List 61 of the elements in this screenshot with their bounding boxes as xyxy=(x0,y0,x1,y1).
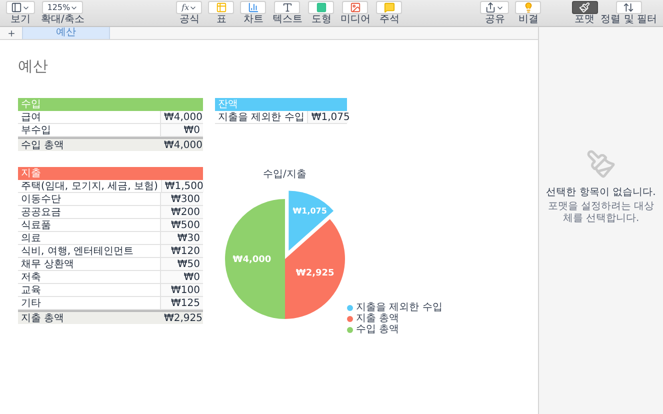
table-cell: ₩4,000 xyxy=(161,111,203,123)
table-cell: ₩30 xyxy=(161,232,203,244)
table-icon xyxy=(216,2,227,13)
image-icon xyxy=(350,2,361,13)
table-cell: ₩1,500 xyxy=(162,180,204,192)
table-cell: ₩100 xyxy=(161,284,203,296)
table-cell: ₩300 xyxy=(161,193,203,205)
bar-chart-icon xyxy=(248,2,259,13)
toolbar-button[interactable]: 125% xyxy=(42,1,84,14)
toolbar-label: 차트 xyxy=(243,15,264,25)
slice-value-label: ₩4,000 xyxy=(232,255,272,265)
table-cell: ₩120 xyxy=(161,245,203,257)
total-label: 수입 총액 xyxy=(20,139,66,151)
table-cell: ₩200 xyxy=(161,206,203,218)
paintbrush-icon xyxy=(579,2,590,13)
toolbar-label: 정렬 및 필터 xyxy=(600,15,657,25)
legend-label: 지출을 제외한 수입 xyxy=(356,302,442,313)
sheet-title: 예산 xyxy=(18,56,49,76)
share-icon xyxy=(485,2,496,13)
text-icon xyxy=(282,2,293,13)
total-label: 지출 총액 xyxy=(20,312,66,324)
toolbar-label: 미디어 xyxy=(340,15,370,25)
total-value: ₩2,925 xyxy=(163,312,203,324)
table-cell: ₩125 xyxy=(161,297,203,309)
toolbar-label: 공식 xyxy=(179,15,200,25)
toolbar-label: 표 xyxy=(216,15,226,25)
toolbar-label: 비결 xyxy=(518,15,538,25)
plus-icon xyxy=(6,28,16,38)
zoom-value: 125% xyxy=(47,2,70,13)
formula-symbol: fx xyxy=(182,2,190,13)
empty-message: 선택한 항목이 없습니다. xyxy=(546,187,656,199)
toolbar-label: 포맷 xyxy=(574,15,595,25)
table-cell: ₩50 xyxy=(161,258,203,270)
legend-label: 지출 총액 xyxy=(356,313,400,324)
table-cell: ₩0 xyxy=(161,124,203,136)
lightbulb-icon xyxy=(522,2,534,13)
chart-title: 수입/지출 xyxy=(263,169,306,181)
total-value: ₩4,000 xyxy=(163,139,203,151)
sort-icon xyxy=(623,2,634,13)
slice-value-label: ₩2,925 xyxy=(296,268,334,279)
toolbar-button[interactable] xyxy=(572,1,598,14)
hint-text: 포맷을 설정하려는 대상체를 선택합니다. xyxy=(546,201,656,225)
table-header: 수입 xyxy=(18,98,203,111)
paintbrush-icon xyxy=(586,149,616,179)
comment-icon xyxy=(384,2,395,13)
toolbar-label: 주석 xyxy=(379,15,400,25)
table-cell: ₩1,075 xyxy=(308,111,348,123)
toolbar-button[interactable]: fx xyxy=(176,1,202,14)
toolbar-label: 텍스트 xyxy=(272,15,302,25)
square-icon xyxy=(316,2,327,13)
toolbar-label: 도형 xyxy=(311,15,332,25)
toolbar-label: 확대/축소 xyxy=(41,15,84,25)
toolbar-label: 보기 xyxy=(10,15,30,25)
sidebar-icon xyxy=(11,2,22,13)
toolbar-label: 공유 xyxy=(484,15,505,25)
table-cell: ₩500 xyxy=(161,219,203,231)
table-header: 잔액 xyxy=(215,98,347,111)
legend-label: 수입 총액 xyxy=(356,324,400,335)
slice-value-label: ₩1,075 xyxy=(292,206,327,216)
table-cell: ₩0 xyxy=(161,271,203,283)
table-header: 지출 xyxy=(18,167,203,180)
